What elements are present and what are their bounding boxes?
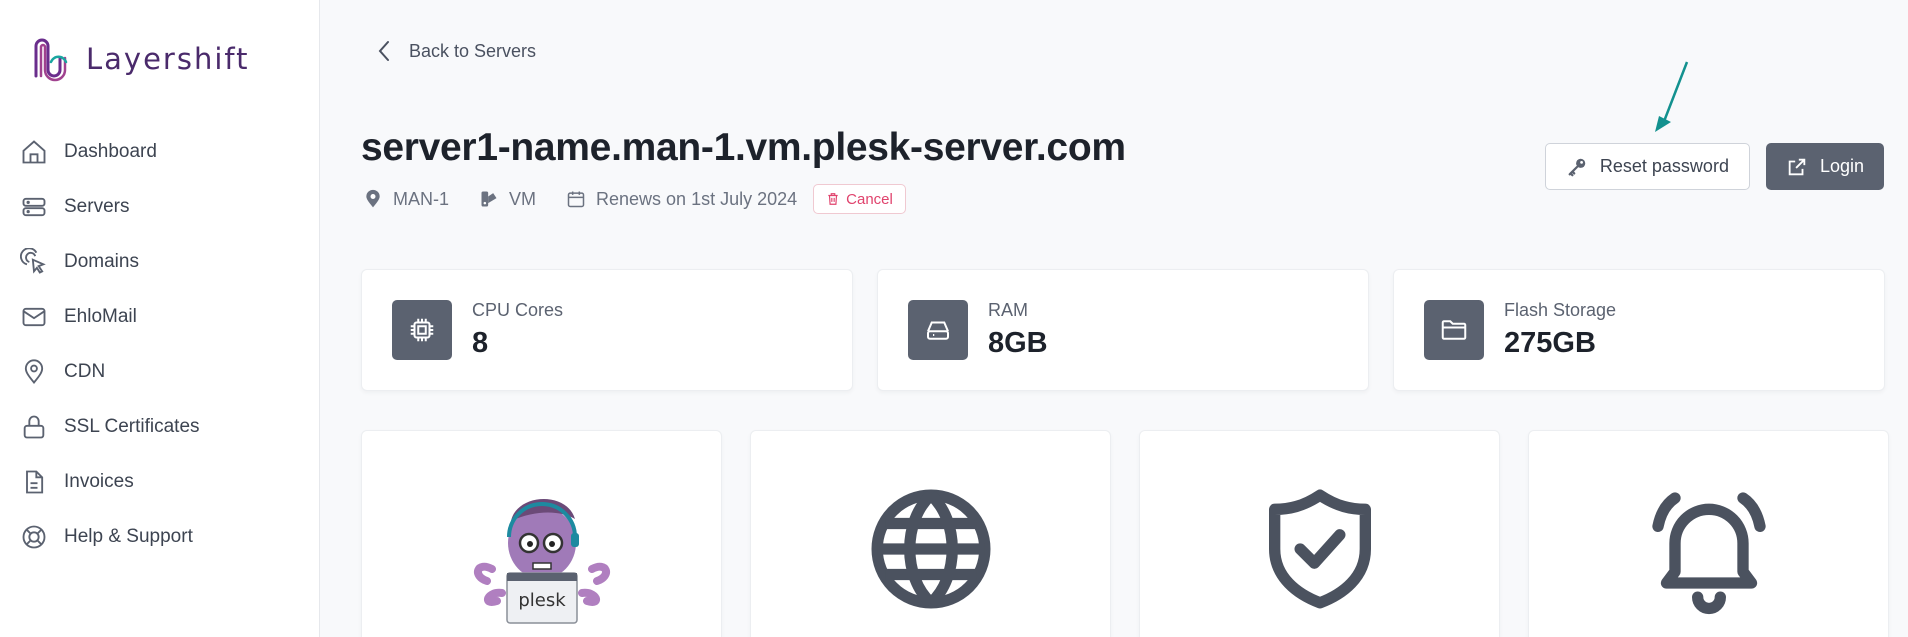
- folder-icon: [1424, 300, 1484, 360]
- sidebar-item-cdn[interactable]: CDN: [20, 344, 200, 399]
- globe-icon: [871, 489, 990, 609]
- stat-value: 275GB: [1504, 327, 1596, 359]
- sidebar-item-label: Help & Support: [64, 525, 193, 547]
- server-icon: [22, 197, 46, 216]
- swatch-icon: [481, 191, 497, 207]
- key-icon: [1568, 158, 1586, 176]
- sidebar-item-label: Dashboard: [64, 140, 157, 162]
- cpu-icon: [392, 300, 452, 360]
- layershift-logo-icon: [34, 38, 68, 82]
- plesk-mascot-logo: plesk: [473, 498, 610, 624]
- sidebar-item-servers[interactable]: Servers: [20, 179, 200, 234]
- lock-icon: [23, 415, 45, 438]
- annotation-arrow: [1655, 61, 1689, 132]
- bell-icon: [1651, 492, 1766, 615]
- sidebar-item-label: SSL Certificates: [64, 415, 200, 437]
- pointer-signal-icon: [20, 247, 46, 274]
- home-icon: [22, 139, 46, 163]
- back-label: Back to Servers: [409, 40, 537, 61]
- stat-label: Flash Storage: [1504, 300, 1617, 320]
- sidebar-item-help-support[interactable]: Help & Support: [20, 509, 200, 564]
- calendar-icon: [567, 191, 585, 208]
- type-meta: VM: [479, 188, 536, 210]
- stat-label: RAM: [988, 300, 1028, 320]
- tile-domains[interactable]: [750, 430, 1111, 637]
- reset-password-label: Reset password: [1599, 156, 1729, 176]
- service-tiles: plesk: [361, 430, 1889, 637]
- lifebuoy-icon: [22, 525, 46, 548]
- brand-name: Layershift: [86, 42, 250, 76]
- renewal-label: Renews on 1st July 2024: [596, 188, 798, 209]
- sidebar-item-ssl-certificates[interactable]: SSL Certificates: [20, 399, 200, 454]
- tile-plesk[interactable]: plesk: [361, 430, 722, 637]
- sidebar-item-label: Servers: [64, 195, 130, 217]
- hard-drive-icon: [908, 300, 968, 360]
- location-pin-icon: [24, 358, 44, 384]
- back-to-servers-link[interactable]: Back to Servers: [377, 40, 536, 62]
- plesk-logo-text: plesk: [518, 590, 566, 611]
- shield-check-icon: [1268, 489, 1371, 609]
- sidebar-item-domains[interactable]: Domains: [20, 234, 200, 289]
- stat-value: 8: [472, 327, 489, 359]
- location-label: MAN-1: [393, 188, 450, 209]
- stat-card-flash-storage: Flash Storage 275GB: [1393, 269, 1885, 391]
- cancel-label: Cancel: [846, 190, 893, 208]
- location-meta: MAN-1: [363, 188, 449, 210]
- renewal-meta: Renews on 1st July 2024: [566, 188, 797, 210]
- stat-value: 8GB: [988, 327, 1048, 359]
- stat-card-cpu: CPU Cores 8: [361, 269, 853, 391]
- sidebar-item-dashboard[interactable]: Dashboard: [20, 124, 200, 179]
- sidebar-item-label: Domains: [64, 250, 139, 272]
- sidebar-item-ehlomail[interactable]: EhloMail: [20, 289, 200, 344]
- sidebar-nav: Dashboard Servers Domains EhloMail CDN S…: [20, 124, 200, 564]
- brand-logo[interactable]: Layershift: [32, 36, 249, 82]
- type-label: VM: [509, 188, 537, 209]
- sidebar-item-label: EhloMail: [64, 305, 137, 327]
- sidebar-item-label: CDN: [64, 360, 106, 382]
- page-title: server1-name.man-1.vm.plesk-server.com: [361, 126, 1126, 169]
- server-stats: CPU Cores 8 RAM 8GB Flash Storage 275GB: [361, 269, 1885, 391]
- sidebar: Layershift Dashboard Servers Domains Ehl…: [0, 0, 320, 637]
- external-link-icon: [1788, 158, 1806, 175]
- location-pin-icon: [366, 189, 380, 208]
- sidebar-item-invoices[interactable]: Invoices: [20, 454, 200, 509]
- trash-icon: [828, 193, 838, 205]
- stat-card-ram: RAM 8GB: [877, 269, 1369, 391]
- sidebar-item-label: Invoices: [64, 470, 134, 492]
- server-meta: MAN-1 VM Renews on 1st July 2024 Cancel: [363, 184, 906, 214]
- mail-icon: [22, 307, 46, 326]
- document-icon: [26, 470, 44, 493]
- header-actions: Reset password Login: [1544, 143, 1884, 190]
- login-label: Login: [1819, 156, 1864, 176]
- login-button[interactable]: Login: [1765, 143, 1884, 190]
- main-content: Back to Servers server1-name.man-1.vm.pl…: [321, 0, 1908, 637]
- chevron-left-icon: [378, 41, 389, 61]
- tile-notifications[interactable]: [1528, 430, 1889, 637]
- reset-password-button[interactable]: Reset password: [1544, 143, 1750, 190]
- stat-label: CPU Cores: [472, 300, 564, 320]
- cancel-button[interactable]: Cancel: [813, 184, 906, 214]
- tile-security[interactable]: [1139, 430, 1500, 637]
